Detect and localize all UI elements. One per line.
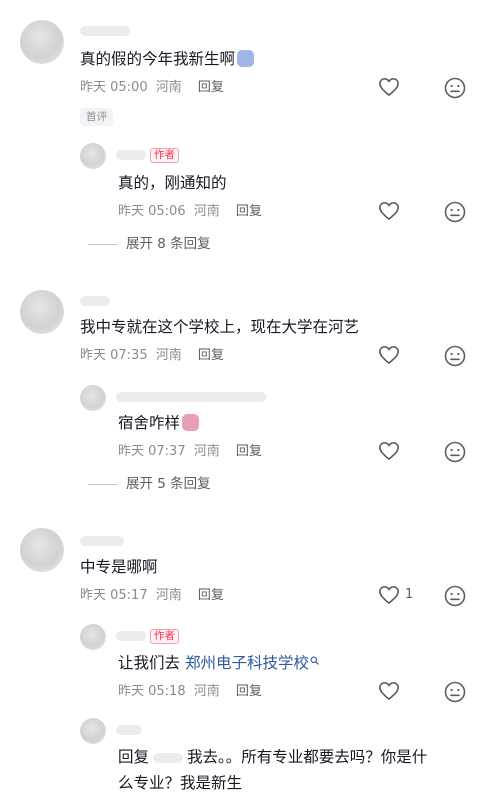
emoji-sticker-icon xyxy=(237,50,255,67)
avatar[interactable] xyxy=(80,718,106,744)
reply-time: 昨天 05:06 xyxy=(118,204,186,219)
comment-meta: 昨天 05:00 河南 回复 xyxy=(80,79,224,97)
reply-location: 河南 xyxy=(193,204,220,219)
reply-location: 河南 xyxy=(193,684,220,699)
reply-meta: 昨天 05:06 河南 回复 xyxy=(118,203,262,221)
reply-meta: 昨天 07:37 河南 回复 xyxy=(118,443,262,461)
username-blurred[interactable] xyxy=(80,296,110,306)
author-badge: 作者 xyxy=(150,629,179,644)
reply-button[interactable]: 回复 xyxy=(236,203,262,221)
meh-face-icon[interactable] xyxy=(444,681,466,703)
avatar[interactable] xyxy=(80,143,106,169)
heart-outline-icon[interactable] xyxy=(378,77,400,97)
first-comment-badge: 首评 xyxy=(80,108,113,126)
expand-replies-button[interactable]: 展开 8 条回复 xyxy=(88,235,211,253)
heart-outline-icon[interactable] xyxy=(378,681,400,701)
expand-replies-button[interactable]: 展开 5 条回复 xyxy=(88,475,211,493)
avatar[interactable] xyxy=(20,20,64,64)
meh-face-icon[interactable] xyxy=(444,201,466,223)
avatar[interactable] xyxy=(80,624,106,650)
username-blurred[interactable] xyxy=(116,631,146,641)
reply-button[interactable]: 回复 xyxy=(198,79,224,97)
reply-text: 真的，刚通知的 xyxy=(118,174,227,192)
reply-meta: 昨天 05:18 河南 回复 xyxy=(118,683,262,701)
heart-outline-icon[interactable] xyxy=(378,585,400,605)
search-link-icon[interactable] xyxy=(310,656,319,665)
comment-meta: 昨天 05:17 河南 回复 xyxy=(80,587,224,605)
meh-face-icon[interactable] xyxy=(444,585,466,607)
meh-face-icon[interactable] xyxy=(444,345,466,367)
username-blurred[interactable] xyxy=(116,150,146,160)
reply-time: 昨天 07:37 xyxy=(118,444,186,459)
heart-outline-icon[interactable] xyxy=(378,345,400,365)
meh-face-icon[interactable] xyxy=(444,77,466,99)
reply-location: 河南 xyxy=(193,444,220,459)
reply-text: 宿舍咋样 xyxy=(118,412,200,434)
reply-text: 让我们去 郑州电子科技学校 xyxy=(118,652,319,674)
reply-button[interactable]: 回复 xyxy=(198,587,224,605)
comment-text: 我中专就在这个学校上，现在大学在河艺 xyxy=(80,318,360,336)
like-count: 1 xyxy=(405,587,414,602)
username-blurred[interactable] xyxy=(116,392,266,402)
divider xyxy=(88,483,118,485)
comment-time: 昨天 05:00 xyxy=(80,80,148,95)
reply-to-label: 回复 xyxy=(118,748,150,766)
emoji-sticker-icon xyxy=(182,414,200,431)
heart-outline-icon[interactable] xyxy=(378,201,400,221)
avatar[interactable] xyxy=(80,385,106,411)
comment-location: 河南 xyxy=(155,588,182,603)
avatar[interactable] xyxy=(20,528,64,572)
reply-button[interactable]: 回复 xyxy=(236,443,262,461)
username-blurred[interactable] xyxy=(80,26,130,36)
comment-meta: 昨天 07:35 河南 回复 xyxy=(80,347,224,365)
comment-time: 昨天 07:35 xyxy=(80,348,148,363)
avatar[interactable] xyxy=(20,290,64,334)
reply-text-line-1: 回复 我去。。所有专业都要去吗？你是什 xyxy=(118,748,428,766)
heart-outline-icon[interactable] xyxy=(378,441,400,461)
mentioned-user-blurred[interactable] xyxy=(153,752,184,763)
author-badge: 作者 xyxy=(150,148,179,163)
reply-time: 昨天 05:18 xyxy=(118,684,186,699)
comment-location: 河南 xyxy=(155,80,182,95)
divider xyxy=(88,243,118,245)
reply-text-line-2: 么专业？我是新生 xyxy=(118,774,243,792)
comment-text: 中专是哪啊 xyxy=(80,558,158,576)
comment-time: 昨天 05:17 xyxy=(80,588,148,603)
meh-face-icon[interactable] xyxy=(444,441,466,463)
reply-button[interactable]: 回复 xyxy=(236,683,262,701)
username-blurred[interactable] xyxy=(116,725,142,735)
comment-text: 真的假的今年我新生啊 xyxy=(80,48,255,70)
reply-button[interactable]: 回复 xyxy=(198,347,224,365)
username-blurred[interactable] xyxy=(80,536,124,546)
school-link[interactable]: 郑州电子科技学校 xyxy=(185,654,309,672)
comment-location: 河南 xyxy=(155,348,182,363)
